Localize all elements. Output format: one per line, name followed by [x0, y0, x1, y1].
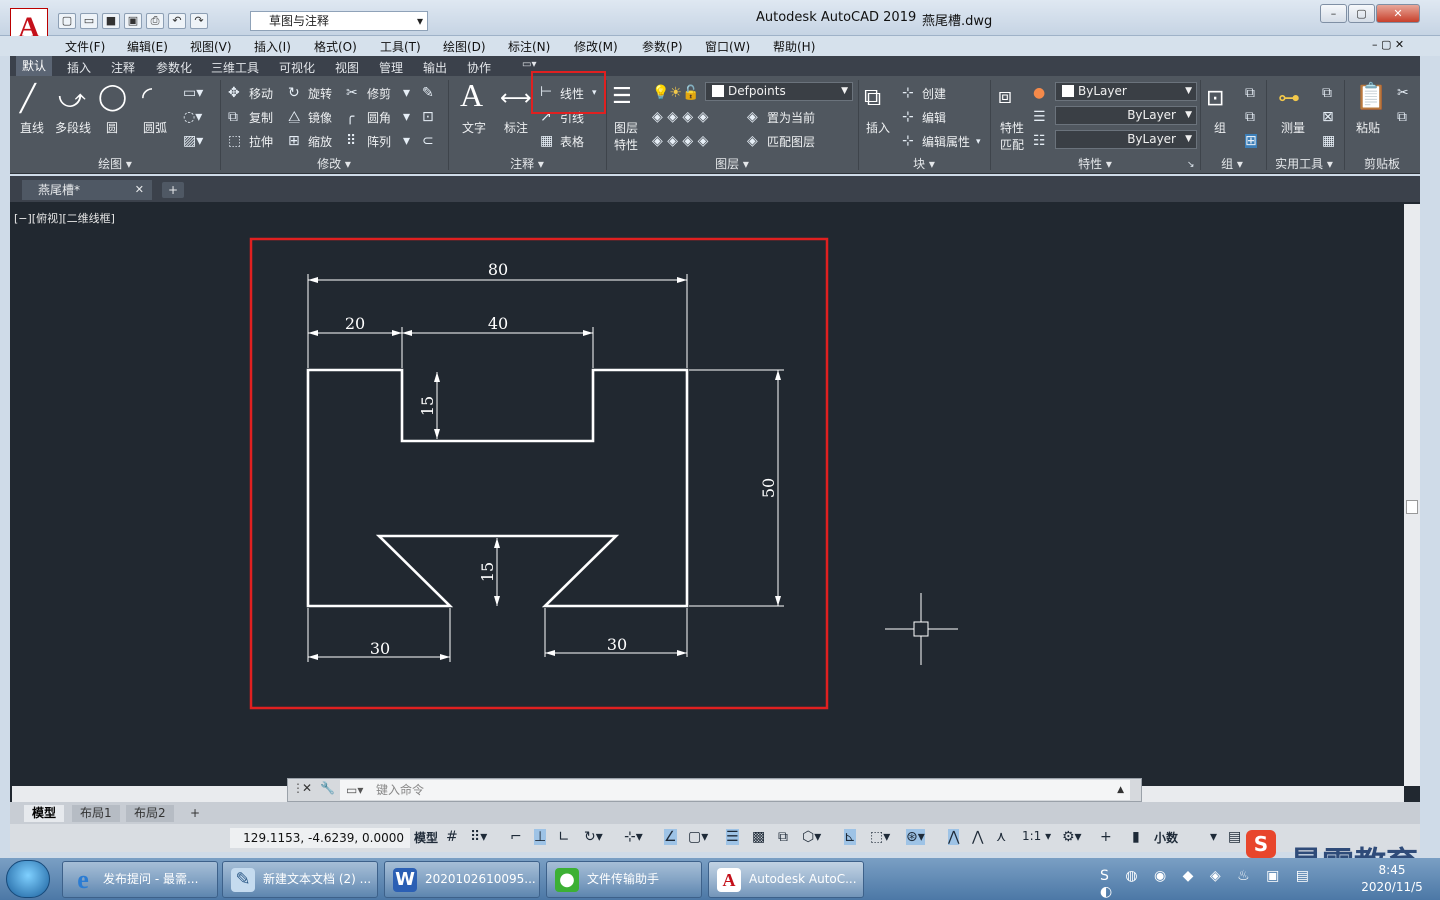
- add-layout-button[interactable]: +: [182, 805, 208, 822]
- isodraft-icon[interactable]: ↻▾: [584, 829, 603, 845]
- osnap-tracking-icon[interactable]: ⊹▾: [624, 829, 643, 845]
- selection-cycling-icon[interactable]: ⧉: [778, 829, 788, 845]
- osnap-icon[interactable]: ∠: [664, 829, 677, 845]
- system-tray-icons[interactable]: S ◍ ◉ ◆ ◈ ♨ ▣ ▤ ◐: [1100, 868, 1340, 900]
- command-placeholder: 键入命令: [376, 783, 425, 797]
- selection-filter-icon[interactable]: ⬚▾: [870, 829, 890, 845]
- model-space-toggle[interactable]: 模型: [414, 829, 438, 846]
- start-button[interactable]: [6, 860, 50, 898]
- clock-date: 2020/11/5: [1361, 880, 1423, 894]
- tab-model[interactable]: 模型: [24, 805, 65, 822]
- dim-20: 20: [345, 314, 365, 333]
- command-prompt-icon: ▭▾: [346, 783, 364, 797]
- dim-80: 80: [488, 260, 508, 279]
- highlight-frame: [249, 237, 829, 710]
- gizmo-icon[interactable]: ⊛▾: [906, 829, 925, 845]
- units-icon[interactable]: ▮: [1132, 829, 1140, 845]
- properties-toggle-icon[interactable]: ▤: [1228, 829, 1241, 845]
- annotation-visibility-icon[interactable]: ⋀: [948, 829, 960, 845]
- polar-icon[interactable]: ∟: [558, 829, 570, 845]
- autocad-icon: A: [717, 868, 741, 892]
- annotation-scale-icon[interactable]: ⋏: [996, 829, 1006, 845]
- wechat-icon: ●: [555, 868, 579, 892]
- annotation-scale-value[interactable]: 1:1 ▾: [1022, 829, 1051, 843]
- clock-time: 8:45: [1378, 863, 1406, 877]
- dim-40: 40: [488, 314, 508, 333]
- units-value[interactable]: 小数: [1154, 829, 1178, 846]
- chevron-down-icon[interactable]: ▾: [1210, 829, 1217, 845]
- dimension-texts: 80 20 40 15 50 15 30 30: [345, 260, 778, 658]
- dim-15-bottom: 15: [478, 562, 497, 582]
- infer-icon[interactable]: ⌐: [510, 829, 522, 845]
- crosshair-cursor: [885, 593, 958, 665]
- coordinates-display[interactable]: 129.1153, -4.6239, 0.0000: [230, 828, 410, 848]
- vertical-scrollbar[interactable]: [1404, 204, 1420, 786]
- lineweight-toggle-icon[interactable]: ☰: [726, 829, 739, 845]
- ime-badge-icon[interactable]: S: [1246, 830, 1276, 858]
- dimension-arrows: [308, 277, 781, 660]
- status-bar: [10, 824, 1420, 852]
- tab-layout2[interactable]: 布局2: [126, 805, 174, 822]
- scroll-thumb[interactable]: [1406, 500, 1418, 514]
- 3d-osnap-icon[interactable]: ⬡▾: [802, 829, 821, 845]
- gear-icon[interactable]: ⚙▾: [1062, 829, 1082, 845]
- grid-icon[interactable]: #: [446, 829, 458, 845]
- transparency-icon[interactable]: ▩: [752, 829, 765, 845]
- tab-layout1[interactable]: 布局1: [72, 805, 120, 822]
- internet-explorer-icon: e: [77, 865, 89, 894]
- taskbar-item-word[interactable]: W 2020102610095...: [384, 861, 540, 898]
- ortho-icon[interactable]: ⊥: [534, 829, 547, 845]
- close-icon[interactable]: ✕: [302, 781, 312, 795]
- osnap-icon-2[interactable]: ▢▾: [688, 829, 708, 845]
- notepad-icon: ✎: [231, 868, 255, 892]
- taskbar-clock[interactable]: 8:45 2020/11/5: [1350, 862, 1434, 896]
- snap-icon[interactable]: ⠿▾: [470, 829, 487, 845]
- dim-15-top: 15: [418, 396, 437, 416]
- wrench-icon[interactable]: 🔧: [320, 781, 335, 795]
- dim-50: 50: [759, 478, 778, 498]
- taskbar-item-autocad[interactable]: A Autodesk AutoC...: [708, 861, 864, 898]
- word-icon: W: [393, 868, 417, 892]
- dim-30-left: 30: [370, 639, 390, 658]
- plus-icon[interactable]: +: [1100, 829, 1112, 845]
- layout-tab-bar: [10, 802, 1420, 824]
- chevron-up-icon[interactable]: ▲: [1117, 780, 1124, 800]
- auto-scale-icon[interactable]: ⋀: [972, 829, 983, 845]
- taskbar-item-ie[interactable]: e 发布提问 - 最需...: [62, 861, 218, 898]
- drawing-svg: 80 20 40 15 50 15 30 30: [249, 237, 958, 710]
- command-input[interactable]: ▭▾ 键入命令 ▲: [340, 780, 1130, 800]
- taskbar-item-notepad[interactable]: ✎ 新建文本文档 (2) ...: [222, 861, 378, 898]
- taskbar-item-wechat[interactable]: ● 文件传输助手: [546, 861, 702, 898]
- dim-30-right: 30: [607, 635, 627, 654]
- dynamic-ucs-icon[interactable]: ⊾: [844, 829, 856, 845]
